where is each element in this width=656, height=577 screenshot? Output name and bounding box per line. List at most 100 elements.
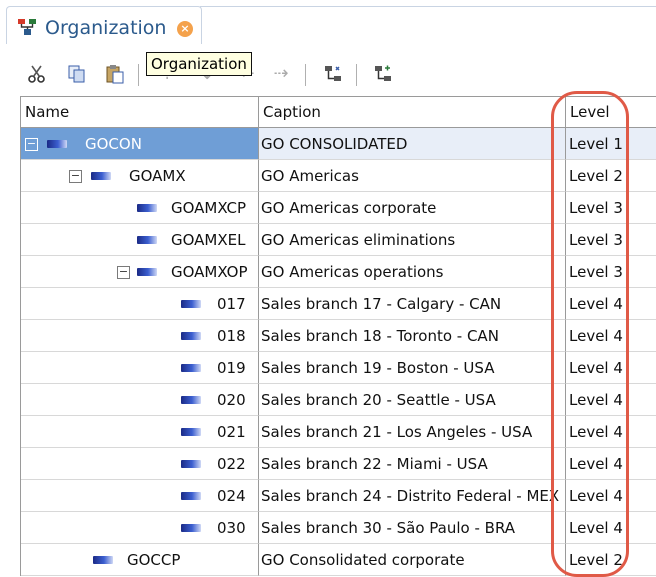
member-icon [91,172,111,180]
cell-level[interactable]: Level 4 [566,288,656,320]
member-name-label: 019 [217,359,246,377]
table-row[interactable]: GOAMXCP GO Americas corporate Level 3 [21,192,656,224]
cell-name[interactable]: 030 [21,512,259,544]
cell-caption[interactable]: Sales branch 19 - Boston - USA [259,352,566,384]
cell-level[interactable]: Level 4 [566,512,656,544]
cell-name[interactable]: 022 [21,448,259,480]
paste-button[interactable] [104,64,126,84]
table-row[interactable]: 022 Sales branch 22 - Miami - USA Level 4 [21,448,656,480]
cell-name[interactable]: 021 [21,416,259,448]
hierarchy-button-2[interactable] [372,64,394,84]
close-icon[interactable]: × [177,21,193,37]
cell-level[interactable]: Level 2 [566,160,656,192]
cell-level[interactable]: Level 4 [566,384,656,416]
member-icon [137,268,157,276]
move-right-button[interactable]: ⇢ [270,64,292,84]
cell-name[interactable]: GOCCP [21,544,259,576]
member-icon [181,300,201,308]
copy-icon [68,65,85,83]
cut-button[interactable] [26,64,48,84]
member-name-label: 021 [217,423,246,441]
cell-level[interactable]: Level 3 [566,192,656,224]
paste-icon [106,65,124,84]
column-header-name[interactable]: Name [21,97,259,128]
cell-caption[interactable]: GO Americas [259,160,566,192]
cell-caption[interactable]: Sales branch 22 - Miami - USA [259,448,566,480]
tab-organization[interactable]: Organization × [6,6,202,45]
member-name-label: GOAMXCP [171,199,247,217]
cell-caption[interactable]: GO Americas eliminations [259,224,566,256]
toolbar: ⇡ ⇣ ⇠ ⇢ [0,44,656,94]
table-row[interactable]: − GOCON GO CONSOLIDATED Level 1 [21,128,656,160]
cell-name[interactable]: − GOCON [21,128,259,160]
cell-level[interactable]: Level 3 [566,224,656,256]
cell-caption[interactable]: GO Americas corporate [259,192,566,224]
cell-caption[interactable]: GO Consolidated corporate [259,544,566,576]
cell-caption[interactable]: Sales branch 20 - Seattle - USA [259,384,566,416]
collapse-toggle-icon[interactable]: − [69,170,82,183]
member-icon [137,236,157,244]
column-header-level[interactable]: Level [566,97,656,128]
table-row[interactable]: 030 Sales branch 30 - São Paulo - BRA Leve… [21,512,656,544]
cell-caption[interactable]: Sales branch 21 - Los Angeles - USA [259,416,566,448]
cell-caption[interactable]: Sales branch 30 - São Paulo - BRA [259,512,566,544]
table-row[interactable]: GOAMXEL GO Americas eliminations Level 3 [21,224,656,256]
member-icon [181,524,201,532]
table-row[interactable]: 021 Sales branch 21 - Los Angeles - USA Le… [21,416,656,448]
cell-level[interactable]: Level 1 [566,128,656,160]
cell-level[interactable]: Level 4 [566,320,656,352]
collapse-toggle-icon[interactable]: − [25,138,38,151]
table-row[interactable]: 019 Sales branch 19 - Boston - USA Level 4 [21,352,656,384]
cell-level[interactable]: Level 4 [566,480,656,512]
cell-name[interactable]: GOAMXEL [21,224,259,256]
organization-grid: Name Caption Level − GOCON GO CONSOLIDATED… [20,96,656,576]
cell-name[interactable]: 017 [21,288,259,320]
member-name-label: GOCON [85,135,142,153]
hierarchy-icon [17,17,37,37]
member-name-label: 018 [217,327,246,345]
table-row[interactable]: − GOAMX GO Americas Level 2 [21,160,656,192]
hierarchy-button-1[interactable] [322,64,344,84]
copy-button[interactable] [66,64,88,84]
member-icon [47,140,67,148]
member-icon [181,364,201,372]
tab-label: Organization [45,17,167,39]
cell-name[interactable]: − GOAMXOP [21,256,259,288]
cell-caption[interactable]: Sales branch 17 - Calgary - CAN [259,288,566,320]
member-icon [181,428,201,436]
table-row[interactable]: − GOAMXOP GO Americas operations Level 3 [21,256,656,288]
toolbar-separator [138,64,139,86]
cell-name[interactable]: 020 [21,384,259,416]
tab-strip-empty-area [200,6,656,43]
cell-caption[interactable]: GO Americas operations [259,256,566,288]
member-name-label: GOAMX [129,167,186,185]
tooltip: Organization [146,52,252,76]
cell-name[interactable]: 019 [21,352,259,384]
cell-level[interactable]: Level 2 [566,544,656,576]
table-row[interactable]: 020 Sales branch 20 - Seattle - USA Level … [21,384,656,416]
cell-name[interactable]: − GOAMX [21,160,259,192]
cell-name[interactable]: 018 [21,320,259,352]
cell-level[interactable]: Level 4 [566,416,656,448]
member-name-label: 030 [217,519,246,537]
cell-caption[interactable]: Sales branch 24 - Distrito Federal - MEX [259,480,566,512]
column-header-caption[interactable]: Caption [259,97,566,128]
member-icon [181,492,201,500]
cell-name[interactable]: GOAMXCP [21,192,259,224]
table-row[interactable]: 017 Sales branch 17 - Calgary - CAN Level … [21,288,656,320]
cell-level[interactable]: Level 4 [566,448,656,480]
member-name-label: 022 [217,455,246,473]
hierarchy-icon [375,65,391,81]
collapse-toggle-icon[interactable]: − [117,266,130,279]
cell-name[interactable]: 024 [21,480,259,512]
table-row[interactable]: 018 Sales branch 18 - Toronto - CAN Level … [21,320,656,352]
table-row[interactable]: 024 Sales branch 24 - Distrito Federal - … [21,480,656,512]
cell-level[interactable]: Level 3 [566,256,656,288]
member-name-label: GOAMXEL [171,231,246,249]
member-icon [137,204,157,212]
member-name-label: GOCCP [127,551,181,569]
table-row[interactable]: GOCCP GO Consolidated corporate Level 2 [21,544,656,576]
cell-caption[interactable]: Sales branch 18 - Toronto - CAN [259,320,566,352]
cell-level[interactable]: Level 4 [566,352,656,384]
cell-caption[interactable]: GO CONSOLIDATED [259,128,566,160]
